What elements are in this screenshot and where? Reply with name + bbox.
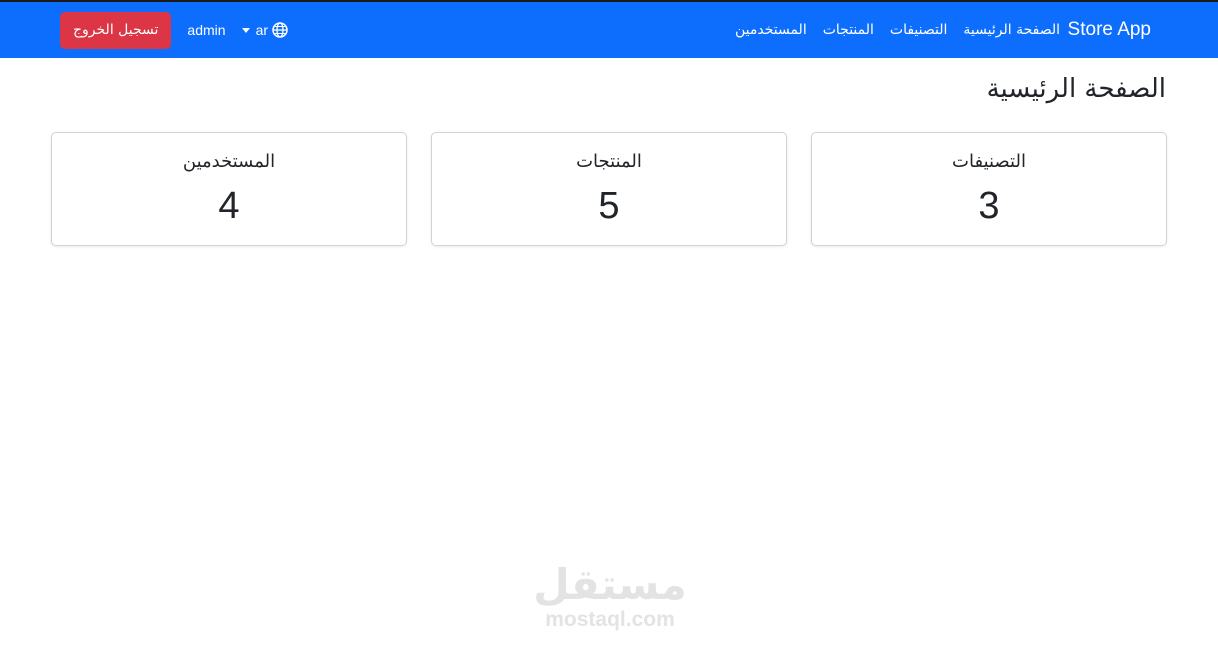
nav-links: الصفحة الرئيسية التصنيفات المنتجات المست… <box>735 2 1060 58</box>
stat-card-products: المنتجات 5 <box>431 132 787 246</box>
navbar: Store App الصفحة الرئيسية التصنيفات المن… <box>0 2 1218 58</box>
language-label: ar <box>255 22 269 38</box>
brand-link[interactable]: Store App <box>1068 2 1151 58</box>
globe-icon <box>272 22 288 38</box>
card-value: 4 <box>218 185 240 227</box>
nav-link-users[interactable]: المستخدمين <box>735 22 807 38</box>
caret-down-icon <box>241 27 250 33</box>
card-label: المستخدمين <box>182 151 276 172</box>
watermark-arabic: مستقل <box>533 560 687 609</box>
nav-link-products[interactable]: المنتجات <box>823 22 874 38</box>
card-value: 5 <box>598 185 620 227</box>
stat-card-users: المستخدمين 4 <box>51 132 407 246</box>
watermark: مستقل mostaql.com <box>530 562 690 632</box>
username: admin <box>187 22 226 38</box>
logout-button[interactable]: تسجيل الخروج <box>60 11 172 49</box>
navbar-user-area: تسجيل الخروج admin ar <box>60 2 288 58</box>
language-dropdown[interactable]: ar <box>241 22 288 38</box>
nav-link-categories[interactable]: التصنيفات <box>890 22 948 38</box>
card-value: 3 <box>978 185 1000 227</box>
card-label: التصنيفات <box>952 151 1026 172</box>
card-label: المنتجات <box>576 151 642 172</box>
watermark-latin: mostaql.com <box>545 608 675 631</box>
nav-link-home[interactable]: الصفحة الرئيسية <box>963 22 1060 38</box>
stat-card-categories: التصنيفات 3 <box>811 132 1167 246</box>
page-title: الصفحة الرئيسية <box>986 74 1166 104</box>
